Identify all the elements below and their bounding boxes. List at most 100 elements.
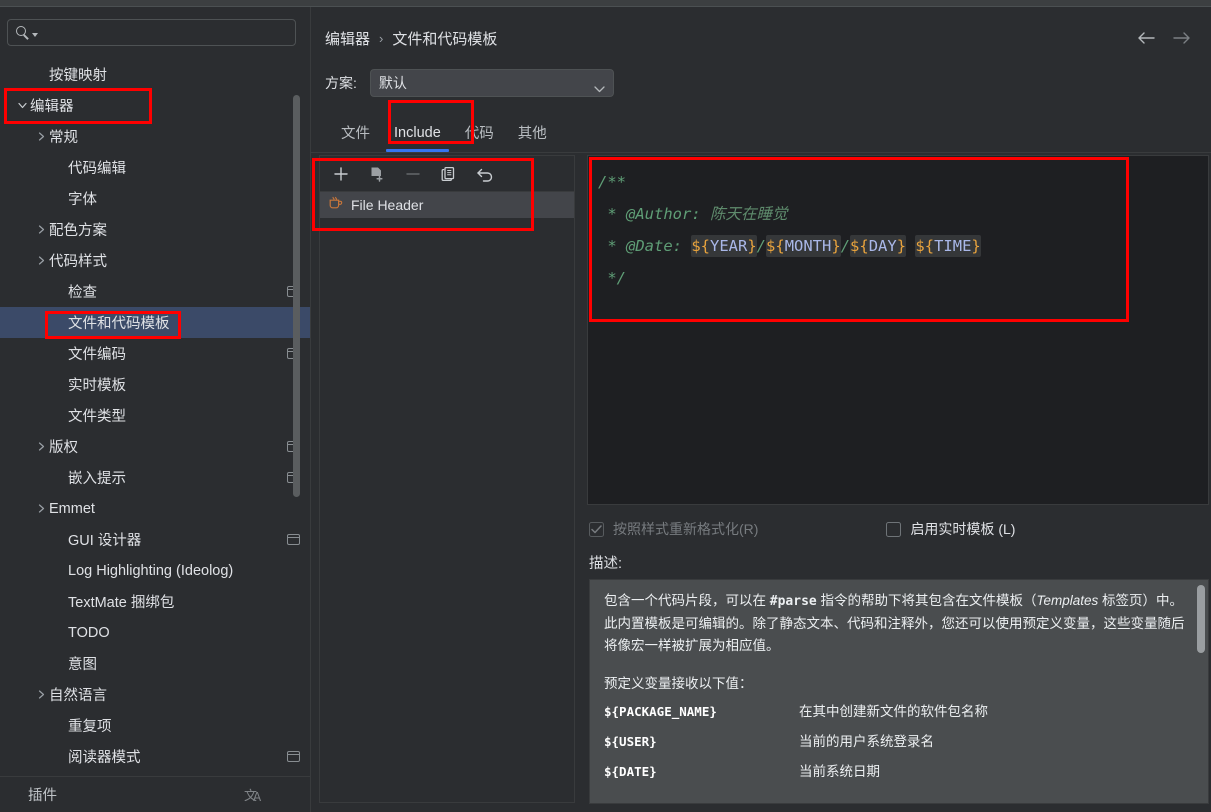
undo-icon[interactable] bbox=[474, 163, 496, 185]
sidebar-item-18[interactable]: TODO bbox=[0, 617, 310, 648]
variable-name: ${USER} bbox=[604, 734, 657, 749]
template-list-panel: File Header bbox=[319, 155, 575, 803]
breadcrumb-item-editor[interactable]: 编辑器 bbox=[325, 28, 370, 49]
search-container bbox=[7, 19, 296, 46]
live-template-checkbox[interactable] bbox=[886, 521, 902, 537]
code-token: */ bbox=[598, 269, 626, 287]
template-list-item[interactable]: File Header bbox=[320, 192, 574, 218]
chevron-right-icon[interactable] bbox=[33, 442, 49, 451]
panel-badge-icon bbox=[287, 534, 300, 545]
template-list-toolbar bbox=[320, 156, 574, 192]
template-list[interactable]: File Header bbox=[320, 192, 574, 218]
code-line: * @Date: ${YEAR}/${MONTH}/${DAY} ${TIME} bbox=[598, 230, 1208, 262]
sidebar-item-5[interactable]: 配色方案 bbox=[0, 214, 310, 245]
java-coffee-icon bbox=[328, 196, 343, 214]
variable-description: 在其中创建新文件的软件包名称 bbox=[799, 704, 988, 719]
sidebar-item-9[interactable]: 文件编码 bbox=[0, 338, 310, 369]
sidebar-item-8[interactable]: 文件和代码模板 bbox=[0, 307, 310, 338]
sidebar-item-12[interactable]: 版权 bbox=[0, 431, 310, 462]
sidebar-item-6[interactable]: 代码样式 bbox=[0, 245, 310, 276]
search-box[interactable] bbox=[7, 19, 296, 46]
chevron-down-icon[interactable] bbox=[14, 101, 30, 110]
tab-2[interactable]: 代码 bbox=[453, 113, 506, 152]
sidebar-item-22[interactable]: 阅读器模式 bbox=[0, 741, 310, 772]
sidebar-item-label: 实时模板 bbox=[68, 378, 126, 394]
chevron-right-icon[interactable] bbox=[33, 132, 49, 141]
variable-table-row: ${USER} 当前的用户系统登录名 bbox=[604, 727, 1194, 757]
sidebar-item-17[interactable]: TextMate 捆绑包 bbox=[0, 586, 310, 617]
scheme-selected-value: 默认 bbox=[378, 75, 407, 91]
code-token: / bbox=[840, 237, 851, 255]
sidebar-item-21[interactable]: 重复项 bbox=[0, 710, 310, 741]
chevron-right-icon[interactable] bbox=[33, 504, 49, 513]
duplicate-icon[interactable] bbox=[438, 163, 460, 185]
template-variable: ${MONTH} bbox=[766, 235, 841, 257]
settings-dialog: 按键映射 编辑器 常规 代码编辑 字体 配色方案 代码样式 检查 文件和代码模板 文件编码 实时模板… bbox=[0, 0, 1211, 812]
sidebar-item-label: 自然语言 bbox=[49, 688, 107, 704]
sidebar-footer: 插件 文 A bbox=[0, 776, 310, 812]
scheme-select[interactable]: 默认 bbox=[369, 69, 614, 97]
code-token: * @Date: bbox=[598, 237, 692, 255]
template-options-row: 按照样式重新格式化(R) 启用实时模板 (L) bbox=[589, 517, 1209, 541]
live-template-checkbox-group[interactable]: 启用实时模板 (L) bbox=[886, 519, 1015, 539]
sidebar-item-7[interactable]: 检查 bbox=[0, 276, 310, 307]
sidebar-item-11[interactable]: 文件类型 bbox=[0, 400, 310, 431]
sidebar-item-20[interactable]: 自然语言 bbox=[0, 679, 310, 710]
new-file-icon[interactable] bbox=[366, 163, 388, 185]
sidebar-item-label: Emmet bbox=[49, 500, 95, 517]
sidebar-item-label: 检查 bbox=[68, 285, 97, 301]
sidebar-item-label: 重复项 bbox=[68, 719, 112, 735]
sidebar-item-19[interactable]: 意图 bbox=[0, 648, 310, 679]
code-token: /** bbox=[598, 173, 626, 191]
tab-3[interactable]: 其他 bbox=[506, 113, 559, 152]
breadcrumb-separator: › bbox=[379, 30, 384, 46]
sidebar-item-3[interactable]: 代码编辑 bbox=[0, 152, 310, 183]
template-variable: ${YEAR} bbox=[691, 235, 757, 257]
scheme-label: 方案: bbox=[325, 75, 357, 91]
sidebar-item-13[interactable]: 嵌入提示 bbox=[0, 462, 310, 493]
sidebar-scrollbar[interactable] bbox=[293, 95, 300, 497]
sidebar-item-label: TODO bbox=[68, 624, 110, 641]
sidebar-item-label: 代码样式 bbox=[49, 254, 107, 270]
code-line: /** bbox=[598, 166, 1208, 198]
tab-0[interactable]: 文件 bbox=[329, 113, 382, 152]
chevron-right-icon[interactable] bbox=[33, 256, 49, 265]
settings-sidebar: 按键映射 编辑器 常规 代码编辑字体配色方案代码样式检查文件和代码模板 文件编码实时模板… bbox=[0, 7, 310, 812]
description-scrollbar[interactable] bbox=[1197, 585, 1205, 653]
sidebar-item-16[interactable]: Log Highlighting (Ideolog) bbox=[0, 555, 310, 586]
sidebar-item-2[interactable]: 常规 bbox=[0, 121, 310, 152]
search-input[interactable] bbox=[38, 25, 295, 40]
sidebar-item-4[interactable]: 字体 bbox=[0, 183, 310, 214]
panel-badge-icon bbox=[287, 751, 300, 762]
template-code-editor[interactable]: /** * @Author: 陈天在睡觉 * @Date: ${YEAR}/${… bbox=[587, 155, 1209, 505]
template-code-content[interactable]: /** * @Author: 陈天在睡觉 * @Date: ${YEAR}/${… bbox=[588, 156, 1208, 294]
reformat-checkbox bbox=[589, 521, 604, 537]
template-variable: ${DAY} bbox=[850, 235, 907, 257]
plus-icon[interactable] bbox=[330, 163, 352, 185]
minus-icon bbox=[402, 163, 424, 185]
sidebar-item-15[interactable]: GUI 设计器 bbox=[0, 524, 310, 555]
breadcrumb-item-file-templates: 文件和代码模板 bbox=[392, 30, 498, 48]
tab-1[interactable]: Include bbox=[382, 113, 453, 152]
variable-table: ${PACKAGE_NAME} 在其中创建新文件的软件包名称 ${USER} 当前的用… bbox=[604, 697, 1194, 787]
translate-icon[interactable]: 文 A bbox=[244, 785, 266, 805]
sidebar-item-plugins[interactable]: 插件 bbox=[28, 784, 57, 805]
chevron-down-icon bbox=[594, 80, 605, 92]
sidebar-item-1[interactable]: 编辑器 bbox=[0, 90, 310, 121]
variable-table-row: ${DATE} 当前系统日期 bbox=[604, 757, 1194, 787]
chevron-right-icon[interactable] bbox=[33, 690, 49, 699]
sidebar-item-14[interactable]: Emmet bbox=[0, 493, 310, 524]
arrow-left-icon[interactable] bbox=[1135, 27, 1157, 49]
code-line: */ bbox=[598, 262, 1208, 294]
sidebar-item-label: 字体 bbox=[68, 192, 97, 208]
sidebar-item-label: Log Highlighting (Ideolog) bbox=[68, 562, 234, 579]
arrow-right-icon[interactable] bbox=[1171, 27, 1193, 49]
template-category-tabs[interactable]: 文件 Include 代码 其他 bbox=[311, 113, 1211, 153]
sidebar-item-label: 意图 bbox=[68, 657, 97, 673]
sidebar-item-0[interactable]: 按键映射 bbox=[0, 59, 310, 90]
chevron-right-icon[interactable] bbox=[33, 225, 49, 234]
settings-tree[interactable]: 按键映射 编辑器 常规 代码编辑字体配色方案代码样式检查文件和代码模板 文件编码实时模板… bbox=[0, 59, 310, 804]
live-template-label: 启用实时模板 (L) bbox=[910, 521, 1016, 537]
scheme-row: 方案: 默认 bbox=[325, 69, 614, 97]
sidebar-item-10[interactable]: 实时模板 bbox=[0, 369, 310, 400]
